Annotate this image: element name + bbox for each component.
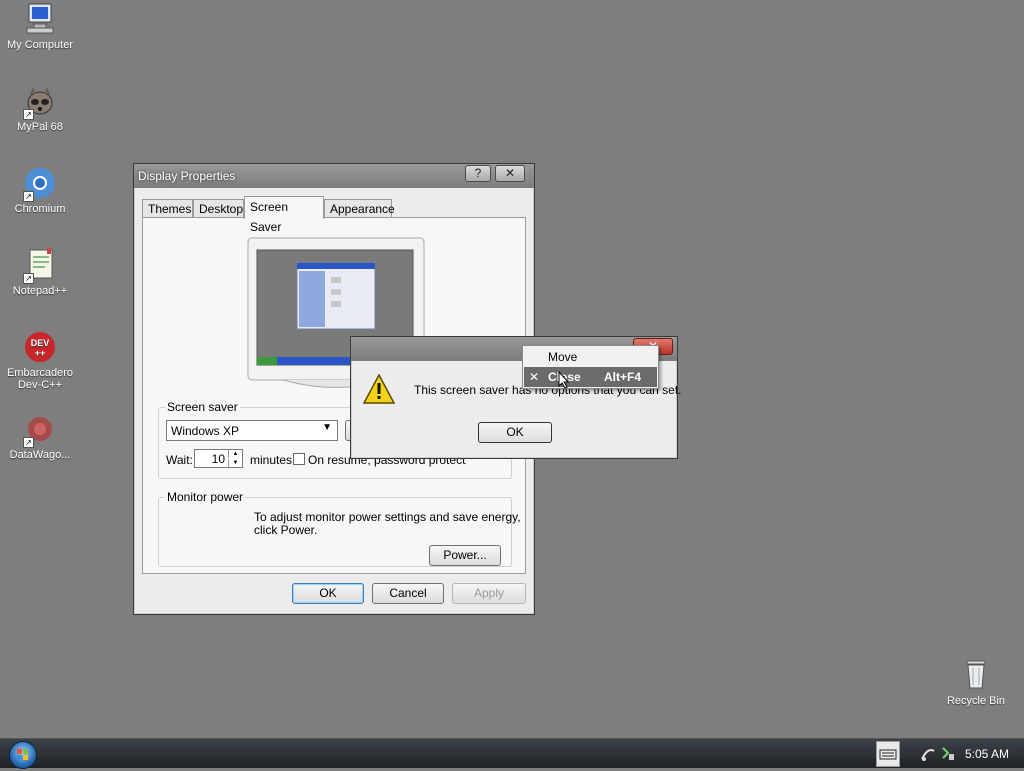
close-x-icon: ✕ xyxy=(529,370,540,384)
my-computer-icon xyxy=(23,2,57,36)
windows-logo-icon xyxy=(17,749,28,760)
devcpp-icon: DEV ++ xyxy=(23,330,57,364)
cancel-button[interactable]: Cancel xyxy=(372,583,444,604)
message-ok-button[interactable]: OK xyxy=(478,422,552,443)
spin-down-icon[interactable]: ▼ xyxy=(228,459,242,467)
svg-text:DEV: DEV xyxy=(31,338,50,348)
window-title: Display Properties xyxy=(138,169,236,183)
desktop-icon-label: Notepad++ xyxy=(12,285,68,297)
window-titlebar[interactable]: Display Properties ? ✕ xyxy=(134,164,534,188)
monitor-power-text: click Power. xyxy=(254,523,318,537)
mouse-cursor-icon xyxy=(558,370,570,392)
wait-label: Wait: xyxy=(166,453,193,467)
taskbar-clock[interactable]: 5:05 AM xyxy=(965,739,1009,769)
desktop-icon-datawagon[interactable]: ↗ DataWago... xyxy=(0,412,80,461)
network-icon[interactable] xyxy=(920,745,936,763)
desktop-icon-my-computer[interactable]: My Computer xyxy=(0,2,80,51)
desktop-icon-label: DataWago... xyxy=(9,449,71,461)
screen-saver-group-label: Screen saver xyxy=(165,400,240,414)
tab-themes[interactable]: Themes xyxy=(142,199,193,218)
menu-item-shortcut: Alt+F4 xyxy=(604,370,642,384)
tab-desktop[interactable]: Desktop xyxy=(193,199,244,218)
spin-up-icon[interactable]: ▲ xyxy=(228,450,242,458)
help-button[interactable]: ? xyxy=(465,165,491,182)
shortcut-arrow-icon: ↗ xyxy=(23,109,34,120)
notepadpp-icon: ↗ xyxy=(23,248,57,284)
menu-item-move[interactable]: Move xyxy=(524,348,657,367)
monitor-power-text: To adjust monitor power settings and sav… xyxy=(254,510,521,524)
desktop-icon-mypal[interactable]: ↗ MyPal 68 xyxy=(0,84,80,133)
desktop-icon-label: Embarcadero xyxy=(6,367,74,379)
chromium-icon: ↗ xyxy=(23,166,57,202)
password-protect-checkbox[interactable] xyxy=(293,453,305,465)
mypal-icon: ↗ xyxy=(23,84,57,120)
shortcut-arrow-icon: ↗ xyxy=(23,273,34,284)
start-button[interactable] xyxy=(9,741,37,769)
minutes-label: minutes xyxy=(250,453,293,467)
shortcut-arrow-icon: ↗ xyxy=(23,437,34,448)
svg-text:++: ++ xyxy=(35,348,46,358)
desktop-icon-label: MyPal 68 xyxy=(17,121,63,133)
monitor-power-group-label: Monitor power xyxy=(165,490,246,504)
datawagon-icon: ↗ xyxy=(23,412,57,448)
power-button[interactable]: Power... xyxy=(429,545,501,566)
desktop-icon-label: Dev-C++ xyxy=(17,379,63,391)
tab-appearance[interactable]: Appearance xyxy=(324,199,395,218)
screen-saver-selected-value: Windows XP xyxy=(171,424,240,438)
wait-value: 10 xyxy=(211,452,225,466)
apply-button[interactable]: Apply xyxy=(452,583,526,604)
monitor-power-group: Monitor power To adjust monitor power se… xyxy=(158,490,521,567)
shortcut-arrow-icon: ↗ xyxy=(23,191,34,202)
close-button[interactable]: ✕ xyxy=(495,165,525,182)
desktop-icon-recycle-bin[interactable]: Recycle Bin xyxy=(936,658,1016,707)
tab-screen-saver[interactable]: Screen Saver xyxy=(244,196,324,234)
system-context-menu: Move ✕ Close Alt+F4 xyxy=(522,345,659,389)
safely-remove-hardware-icon[interactable] xyxy=(940,745,956,763)
warning-icon xyxy=(362,373,396,407)
desktop-icon-label: Recycle Bin xyxy=(946,695,1006,707)
menu-item-close[interactable]: ✕ Close Alt+F4 xyxy=(524,367,657,387)
desktop-icon-notepadpp[interactable]: ↗ Notepad++ xyxy=(0,248,80,297)
ok-button[interactable]: OK xyxy=(292,583,364,604)
desktop-icon-chromium[interactable]: ↗ Chromium xyxy=(0,166,80,215)
wait-minutes-spinner[interactable]: 10 ▲ ▼ xyxy=(194,449,243,468)
desktop-icon-label: My Computer xyxy=(6,39,74,51)
dropdown-arrow-icon[interactable]: ▼ xyxy=(322,422,332,433)
taskbar: 5:05 AM xyxy=(0,738,1024,769)
keyboard-icon[interactable] xyxy=(876,741,900,767)
menu-item-label: Move xyxy=(548,350,578,364)
desktop-icon-label: Chromium xyxy=(14,203,66,215)
recycle-bin-icon xyxy=(959,658,993,692)
screen-saver-select[interactable]: Windows XP ▼ xyxy=(166,420,338,441)
desktop-icon-devcpp[interactable]: DEV ++ Embarcadero Dev-C++ xyxy=(0,330,80,391)
